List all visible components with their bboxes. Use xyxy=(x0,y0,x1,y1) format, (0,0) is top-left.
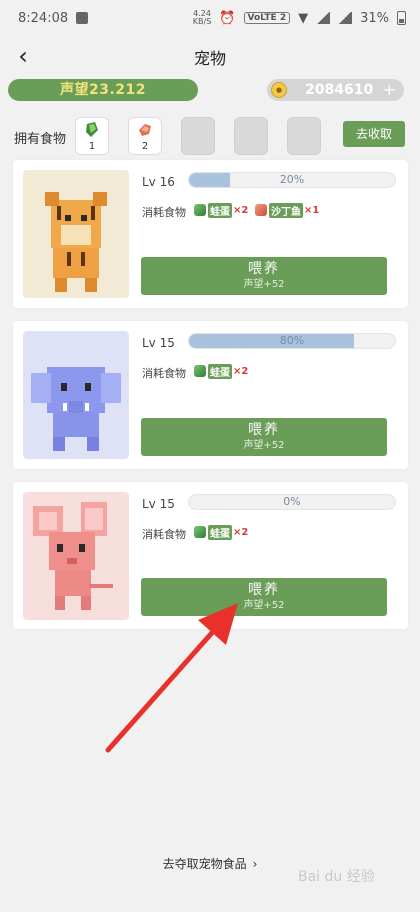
feed-button[interactable]: 喂养 声望+52 xyxy=(141,257,387,295)
back-icon[interactable]: ‹ xyxy=(8,41,38,71)
cost-item-qty: ×2 xyxy=(233,526,249,538)
pet-progress-bar: 20% xyxy=(188,172,396,188)
food-slot-empty[interactable] xyxy=(234,117,268,155)
progress-text: 80% xyxy=(279,334,305,347)
net-speed-unit: KB/S xyxy=(192,17,212,26)
coin-value: 2084610 xyxy=(305,82,374,98)
get-pet-food-label: 去夺取宠物食品 xyxy=(162,857,247,871)
cost-item-meat: 沙丁鱼 ×1 xyxy=(255,202,319,218)
pet-level: Lv 16 xyxy=(142,175,175,189)
alarm-icon: ⏰ xyxy=(219,10,236,26)
feed-reward: 声望+52 xyxy=(243,440,285,451)
tiger-portrait xyxy=(23,170,129,298)
cost-label: 消耗食物 xyxy=(142,367,186,380)
pet-progress-bar: 0% xyxy=(188,494,396,510)
elephant-portrait xyxy=(23,331,129,459)
feed-reward: 声望+52 xyxy=(243,279,285,290)
collect-button[interactable]: 去收取 xyxy=(343,121,405,147)
green-egg-icon xyxy=(194,365,206,377)
battery-percent: 31% xyxy=(360,10,389,26)
feed-reward: 声望+52 xyxy=(243,600,285,611)
food-slot-egg[interactable]: 1 xyxy=(75,117,109,155)
pet-card: Lv 15 80% 消耗食物 蛙蛋 ×2 喂养 声望+52 xyxy=(13,321,408,469)
cost-item-name: 蛙蛋 xyxy=(208,524,232,540)
status-bar: 8:24:08 4.24 KB/S ⏰ VoLTE 2 ▼ 31% xyxy=(0,0,420,36)
cost-item-egg: 蛙蛋 ×2 xyxy=(194,524,248,540)
app-header: ‹ 宠物 xyxy=(0,36,420,78)
food-slot-meat[interactable]: 2 xyxy=(128,117,162,155)
battery-icon xyxy=(397,11,406,25)
cost-item-qty: ×2 xyxy=(233,365,249,377)
signal-icon xyxy=(316,12,331,24)
cost-item-name: 蛙蛋 xyxy=(208,202,232,218)
page-title: 宠物 xyxy=(193,49,226,68)
status-time: 8:24:08 xyxy=(18,10,69,26)
reputation-badge: 声望23.212 xyxy=(8,79,198,101)
cost-item-qty: ×2 xyxy=(233,204,249,216)
cost-label: 消耗食物 xyxy=(142,206,186,219)
food-slot-empty[interactable] xyxy=(287,117,321,155)
image-notification-icon xyxy=(76,12,89,24)
food-count: 1 xyxy=(88,141,96,152)
meat-icon xyxy=(255,204,267,216)
signal-icon-2 xyxy=(338,12,353,24)
net-speed: 4.24 KB/S xyxy=(193,10,212,26)
owned-food-label: 拥有食物 xyxy=(14,132,67,147)
coin-balance: ● 2084610 + xyxy=(267,79,404,101)
progress-text: 0% xyxy=(283,495,301,508)
feed-button[interactable]: 喂养 声望+52 xyxy=(141,578,387,616)
cost-item-egg: 蛙蛋 ×2 xyxy=(194,363,248,379)
pet-level: Lv 15 xyxy=(142,497,175,511)
resource-bar: 声望23.212 ● 2084610 + xyxy=(0,79,420,105)
feed-label: 喂养 xyxy=(248,582,280,598)
feed-label: 喂养 xyxy=(248,422,280,438)
wifi-icon: ▼ xyxy=(298,10,309,26)
food-slot-empty[interactable] xyxy=(181,117,215,155)
pet-progress-bar: 80% xyxy=(188,333,396,349)
owned-food-row: 拥有食物 1 2 去收取 xyxy=(0,109,420,159)
cost-item-qty: ×1 xyxy=(304,204,320,216)
progress-text: 20% xyxy=(279,173,305,186)
cost-item-egg: 蛙蛋 ×2 xyxy=(194,202,248,218)
food-count: 2 xyxy=(141,141,149,152)
cost-item-name: 蛙蛋 xyxy=(208,363,232,379)
feed-button[interactable]: 喂养 声望+52 xyxy=(141,418,387,456)
chevron-right-icon: › xyxy=(252,857,258,871)
feed-label: 喂养 xyxy=(248,261,280,277)
cost-item-name: 沙丁鱼 xyxy=(269,202,303,218)
meat-icon xyxy=(139,124,151,136)
pet-card: Lv 16 20% 消耗食物 蛙蛋 ×2 沙丁鱼 ×1 喂养 声望+52 xyxy=(13,160,408,308)
pet-level: Lv 15 xyxy=(142,336,175,350)
green-egg-icon xyxy=(194,526,206,538)
volte-badge: VoLTE 2 xyxy=(243,12,291,24)
green-egg-icon xyxy=(86,122,98,137)
coin-icon: ● xyxy=(271,82,287,98)
green-egg-icon xyxy=(194,204,206,216)
cost-label: 消耗食物 xyxy=(142,528,186,541)
pet-card: Lv 15 0% 消耗食物 蛙蛋 ×2 喂养 声望+52 xyxy=(13,482,408,629)
add-coin-button[interactable]: + xyxy=(383,79,396,101)
mouse-portrait xyxy=(23,492,129,620)
watermark: Bai du 经验 xyxy=(298,869,375,885)
